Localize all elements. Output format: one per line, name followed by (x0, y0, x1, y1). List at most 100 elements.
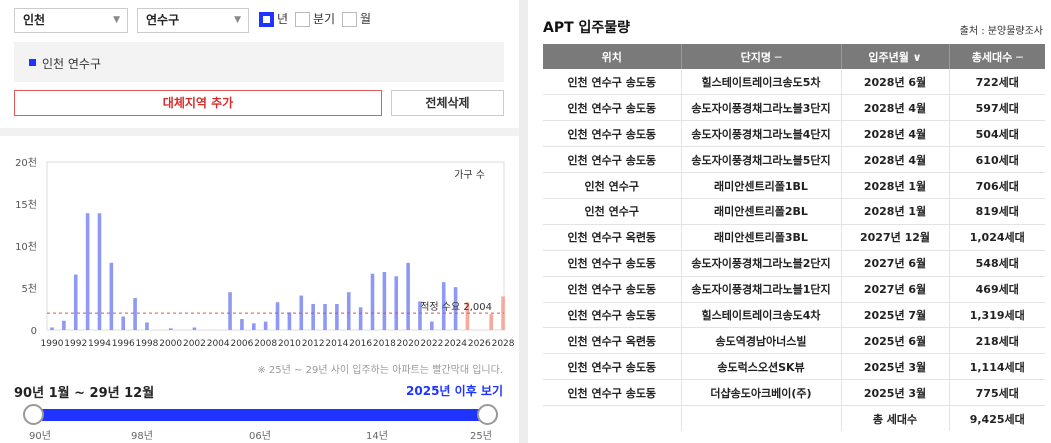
bar (394, 276, 399, 330)
table-cell: 548세대 (949, 250, 1045, 277)
table-cell: 2028년 1월 (841, 198, 950, 225)
x-tick-label: 2012 (302, 339, 325, 349)
x-tick-label: 2002 (183, 339, 206, 349)
table-cell: 819세대 (949, 198, 1045, 225)
district-select[interactable]: 연수구 ▼ (137, 8, 249, 33)
table-row[interactable]: 인천 연수구 송도동 힐스테이트레이크송도4차 2025년 7월 1,319세대 (543, 302, 1045, 329)
left-panel: 인천 ▼ 연수구 ▼ 년 분기 월 인천 연수구 대체지역 추가 전체삭제 20… (0, 0, 519, 443)
x-tick-label: 2018 (373, 339, 396, 349)
table-row[interactable]: 인천 연수구 송도동 더샵송도아크베이(주) 2025년 3월 775세대 (543, 379, 1045, 407)
bar (311, 303, 315, 330)
table-cell: 722세대 (949, 69, 1045, 96)
right-panel: APT 입주물량 출처 : 분양물량조사 위치 단지명 ─ 입주년월 ∨ 총세대… (528, 0, 1051, 443)
city-select-value: 인천 (23, 13, 46, 27)
bar (382, 272, 387, 330)
clear-all-button[interactable]: 전체삭제 (391, 90, 504, 116)
table-cell: 2028년 4월 (841, 120, 950, 148)
table-cell: 인천 연수구 송도동 (543, 120, 682, 148)
table-cell: 2028년 1월 (841, 172, 950, 199)
col-header-complex[interactable]: 단지명 ─ (681, 44, 842, 69)
x-tick-label: 1996 (112, 339, 135, 349)
table-cell: 인천 연수구 송도동 (543, 250, 682, 277)
table-cell: 래미안센트리폴3BL (681, 224, 842, 251)
y-tick-label: 20천 (15, 157, 37, 169)
table-cell: 인천 연수구 송도동 (543, 276, 682, 303)
bar (275, 302, 280, 330)
range-slider-end-handle[interactable] (477, 404, 498, 425)
range-tick: 98년 (131, 431, 153, 442)
city-select[interactable]: 인천 ▼ (14, 8, 128, 33)
table-row[interactable]: 인천 연수구 옥련동 래미안센트리폴3BL 2027년 12월 1,024세대 (543, 224, 1045, 251)
table-row[interactable]: 인천 연수구 송도동 힐스테이트레이크송도5차 2028년 6월 722세대 (543, 69, 1045, 96)
table-row[interactable]: 인천 연수구 송도동 송도자이풍경채그라노블4단지 2028년 4월 504세대 (543, 120, 1045, 148)
view-after-2025-link[interactable]: 2025년 이후 보기 (406, 382, 503, 399)
table-cell: 송도럭스오션SK뷰 (681, 353, 842, 381)
table-cell: 래미안센트리폴2BL (681, 198, 842, 225)
chart-legend: 가구 수 (454, 169, 485, 181)
range-slider-track[interactable] (33, 409, 487, 421)
bar (97, 213, 102, 330)
table-row[interactable]: 인천 연수구 래미안센트리폴2BL 2028년 1월 819세대 (543, 198, 1045, 225)
col-header-location[interactable]: 위치 (543, 44, 682, 69)
col-header-move-in[interactable]: 입주년월 ∨ (841, 44, 950, 69)
table-cell: 1,024세대 (949, 224, 1045, 251)
bar (406, 262, 410, 330)
bar (168, 328, 173, 330)
x-tick-label: 2016 (349, 339, 372, 349)
table-source: 출처 : 분양물량조사 (959, 26, 1043, 37)
table-cell: 2028년 6월 (841, 69, 950, 96)
table-cell: 610세대 (949, 146, 1045, 174)
x-tick-label: 2028 (492, 339, 515, 349)
chevron-down-icon: ▼ (234, 15, 241, 25)
table-cell: 504세대 (949, 120, 1045, 148)
table-row[interactable]: 인천 연수구 송도동 송도자이풍경채그라노블3단지 2028년 4월 597세대 (543, 94, 1045, 122)
bar (133, 298, 137, 330)
table-cell: 2025년 6월 (841, 327, 950, 355)
table-body: 인천 연수구 송도동 힐스테이트레이크송도5차 2028년 6월 722세대 인천 연수… (543, 69, 1045, 432)
checkbox-year[interactable] (259, 12, 274, 27)
table-row[interactable]: 인천 연수구 송도동 송도자이풍경채그라노블1단지 2027년 6월 469세대 (543, 276, 1045, 303)
table-cell: 힐스테이트레이크송도5차 (681, 69, 842, 96)
table-row[interactable]: 인천 연수구 옥련동 송도역경남아너스빌 2025년 6월 218세대 (543, 327, 1045, 355)
range-slider-start-handle[interactable] (23, 404, 44, 425)
district-select-value: 연수구 (146, 13, 180, 27)
bar (323, 303, 327, 330)
table-row[interactable]: 인천 연수구 송도동 송도자이풍경채그라노블2단지 2027년 6월 548세대 (543, 250, 1045, 277)
range-tick: 06년 (249, 431, 271, 442)
empty-cell (681, 405, 842, 432)
region-color-swatch (29, 59, 36, 66)
bar (430, 321, 434, 330)
table-cell: 2027년 6월 (841, 250, 950, 277)
table-cell: 인천 연수구 송도동 (543, 353, 682, 381)
add-region-button[interactable]: 대체지역 추가 (14, 90, 382, 116)
col-header-households[interactable]: 총세대수 ─ (949, 44, 1045, 69)
x-tick-label: 1990 (41, 339, 64, 349)
table-total-row: 총 세대수 9,425세대 (543, 405, 1045, 432)
bar (263, 321, 268, 330)
checkbox-quarter[interactable] (295, 12, 310, 27)
checkbox-month[interactable] (342, 12, 357, 27)
x-tick-label: 2006 (230, 339, 253, 349)
x-tick-label: 2026 (468, 339, 491, 349)
table-cell: 힐스테이트레이크송도4차 (681, 302, 842, 329)
y-tick-label: 15천 (15, 199, 37, 211)
supply-table: 위치 단지명 ─ 입주년월 ∨ 총세대수 ─ 인천 연수구 송도동 힐스테이트레이… (543, 44, 1045, 432)
bar (109, 262, 114, 330)
table-row[interactable]: 인천 연수구 송도동 송도럭스오션SK뷰 2025년 3월 1,114세대 (543, 353, 1045, 381)
x-tick-label: 2000 (159, 339, 182, 349)
checkbox-month-label: 월 (360, 12, 372, 26)
bar (240, 319, 244, 330)
table-row[interactable]: 인천 연수구 송도동 송도자이풍경채그라노블5단지 2028년 4월 610세대 (543, 146, 1045, 174)
table-title: APT 입주물량 (543, 20, 631, 36)
y-tick-label: 5천 (21, 283, 37, 295)
bar (145, 322, 149, 330)
bar (335, 303, 339, 330)
x-tick-label: 1994 (88, 339, 111, 349)
bar (370, 273, 375, 330)
range-tick: 14년 (366, 431, 388, 442)
table-cell: 인천 연수구 송도동 (543, 379, 682, 407)
bar (121, 316, 126, 330)
bar (85, 213, 90, 330)
table-row[interactable]: 인천 연수구 래미안센트리폴1BL 2028년 1월 706세대 (543, 172, 1045, 199)
table-cell: 송도자이풍경채그라노블4단지 (681, 120, 842, 148)
